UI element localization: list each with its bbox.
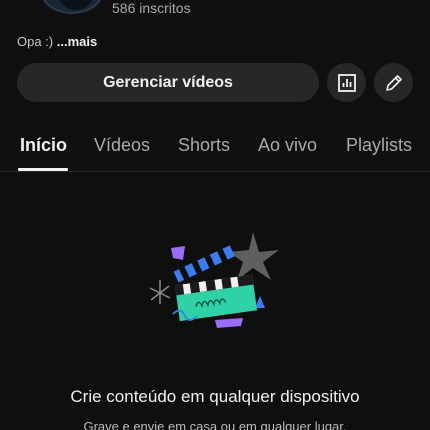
tab-ao-vivo[interactable]: Ao vivo — [258, 135, 317, 156]
purple-bar — [215, 318, 243, 328]
manage-videos-button[interactable]: Gerenciar vídeos — [17, 63, 319, 102]
pencil-icon — [385, 74, 402, 91]
subscriber-count: 586 inscritos — [112, 0, 191, 16]
empty-state-title: Crie conteúdo em qualquer dispositivo — [70, 387, 360, 406]
empty-state-subtitle: Grave e envie em casa ou em qualquer lug… — [83, 419, 347, 430]
active-tab-indicator — [18, 168, 68, 171]
analytics-icon — [337, 73, 356, 92]
star-shape — [229, 232, 279, 280]
tab-inicio[interactable]: Início — [20, 135, 67, 156]
more-link[interactable]: ...mais — [57, 34, 97, 49]
channel-avatar[interactable] — [40, 0, 104, 14]
analytics-button[interactable] — [327, 63, 366, 102]
tab-videos[interactable]: Vídeos — [94, 135, 150, 156]
clapper-body — [174, 274, 258, 322]
purple-shape — [171, 246, 185, 260]
tab-playlists[interactable]: Playlists — [346, 135, 412, 156]
clapperboard-illustration — [149, 232, 279, 328]
sparkle-shape — [149, 280, 171, 304]
edit-button[interactable] — [374, 63, 413, 102]
channel-tabs: Início Vídeos Shorts Ao vivo Playlists — [0, 126, 430, 172]
tab-shorts[interactable]: Shorts — [178, 135, 230, 156]
description-text: Opa :) — [17, 34, 54, 49]
channel-description[interactable]: Opa :) ...mais — [17, 34, 97, 49]
